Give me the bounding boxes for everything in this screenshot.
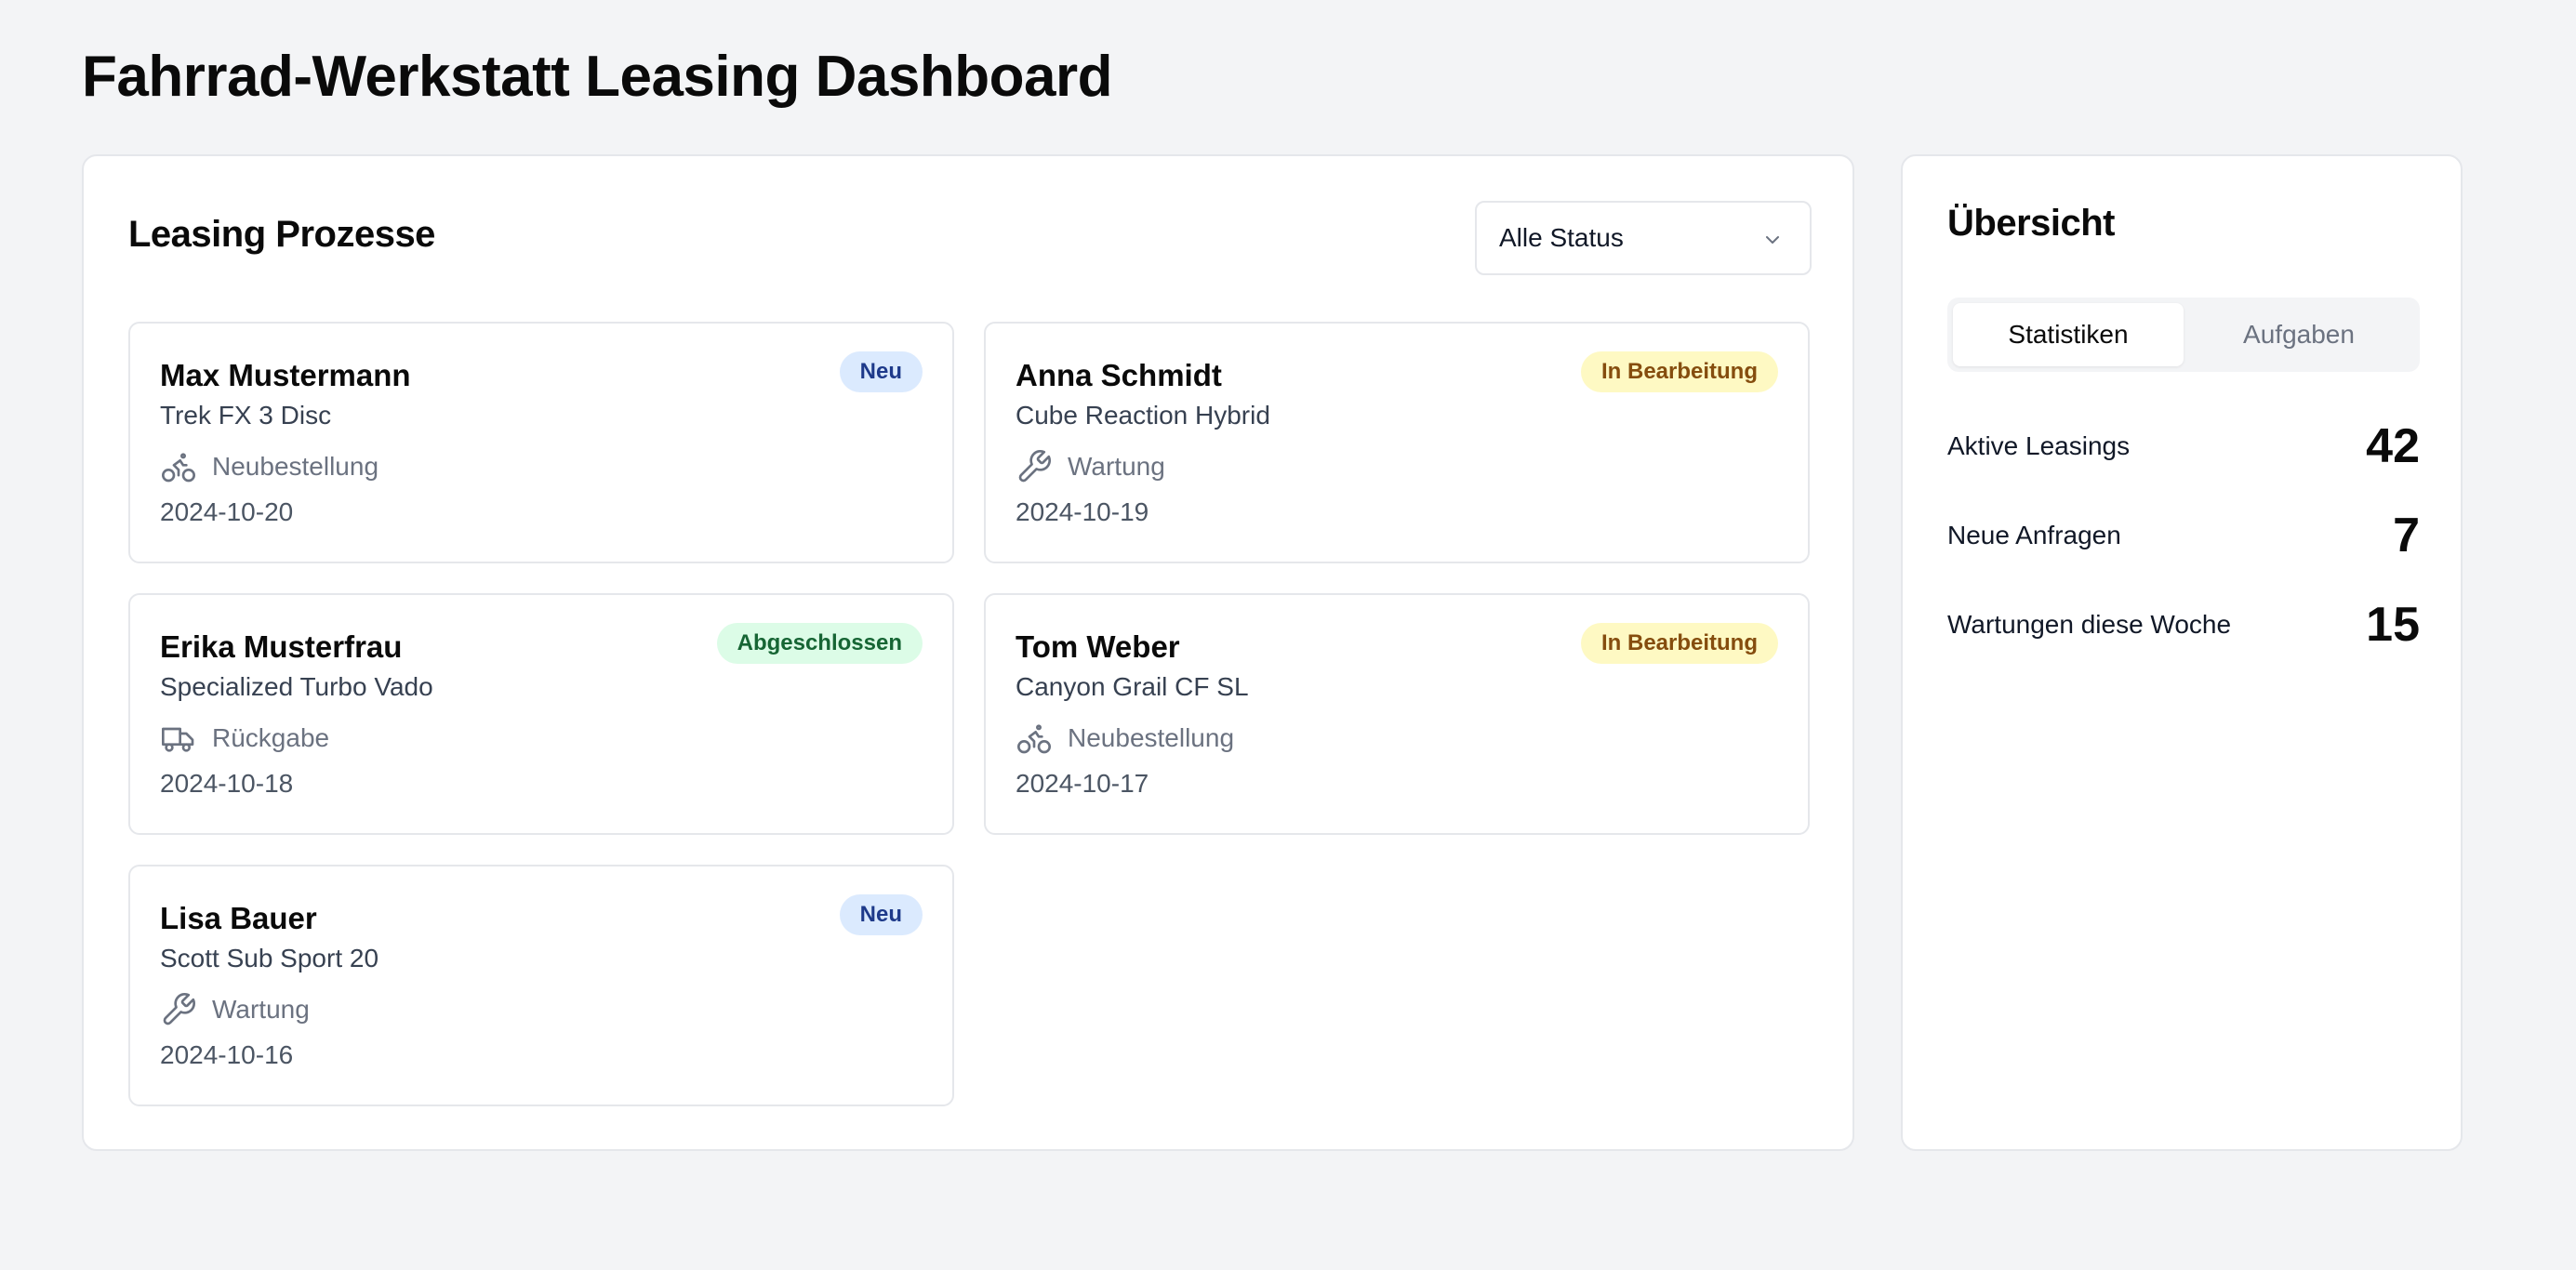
process-type-label: Rückgabe (212, 723, 330, 752)
status-badge: In Bearbeitung (1580, 351, 1778, 392)
tab-statistiken[interactable]: Statistiken (1953, 303, 2184, 366)
process-type-label: Wartung (1068, 452, 1165, 481)
chevron-down-icon (1766, 236, 1779, 244)
customer-name: Erika Musterfrau (160, 629, 403, 664)
customer-name: Anna Schmidt (1016, 358, 1222, 392)
truck-icon (162, 727, 194, 752)
process-type: Wartung (1016, 448, 1165, 485)
process-type: Wartung (160, 991, 310, 1028)
process-type: Neubestellung (1016, 720, 1234, 757)
tab-aufgaben[interactable]: Aufgaben (2184, 303, 2414, 366)
process-type: Rückgabe (160, 720, 329, 757)
customer-name: Lisa Bauer (160, 901, 317, 935)
bike-model: Scott Sub Sport 20 (160, 944, 379, 972)
process-date: 2024-10-18 (160, 769, 294, 798)
stat-value: 7 (2393, 509, 2420, 562)
process-date: 2024-10-17 (1016, 769, 1149, 798)
bike-model: Cube Reaction Hybrid (1016, 401, 1270, 430)
stat-row: Aktive Leasings 42 (1947, 417, 2420, 476)
leasing-heading: Leasing Prozesse (128, 214, 435, 255)
leasing-panel: Leasing Prozesse Alle Status Max Musterm… (82, 154, 1854, 1151)
process-date: 2024-10-19 (1016, 497, 1149, 526)
status-badge: Abgeschlossen (716, 623, 923, 664)
stat-label: Aktive Leasings (1947, 431, 2131, 460)
wrench-icon (163, 993, 195, 1025)
status-badge: Neu (839, 894, 923, 935)
bike-model: Specialized Turbo Vado (160, 672, 433, 701)
leasing-card[interactable]: Anna Schmidt Cube Reaction Hybrid Wartun… (984, 322, 1810, 563)
leasing-card[interactable]: Lisa Bauer Scott Sub Sport 20 Wartung 20… (128, 865, 954, 1106)
stat-label: Wartungen diese Woche (1947, 610, 2232, 639)
customer-name: Tom Weber (1016, 629, 1180, 664)
process-date: 2024-10-20 (160, 497, 294, 526)
bike-icon (1017, 724, 1051, 754)
stat-row: Neue Anfragen 7 (1947, 506, 2420, 565)
leasing-card[interactable]: Tom Weber Canyon Grail CF SL Neubestellu… (984, 593, 1810, 835)
status-filter-select[interactable]: Alle Status (1475, 201, 1812, 275)
process-type: Neubestellung (160, 448, 378, 485)
process-type-label: Wartung (212, 995, 310, 1024)
bike-model: Trek FX 3 Disc (160, 401, 332, 430)
status-badge: Neu (839, 351, 923, 392)
stat-row: Wartungen diese Woche 15 (1947, 595, 2420, 655)
process-type-label: Neubestellung (212, 452, 379, 481)
bike-icon (162, 453, 195, 483)
overview-tabs: Statistiken Aufgaben (1947, 298, 2420, 372)
page-title: Fahrrad-Werkstatt Leasing Dashboard (82, 45, 1112, 109)
leasing-card[interactable]: Erika Musterfrau Specialized Turbo Vado … (128, 593, 954, 835)
overview-heading: Übersicht (1947, 203, 2116, 244)
bike-model: Canyon Grail CF SL (1016, 672, 1249, 701)
customer-name: Max Mustermann (160, 358, 411, 392)
stat-value: 15 (2366, 598, 2420, 652)
status-badge: In Bearbeitung (1580, 623, 1778, 664)
process-date: 2024-10-16 (160, 1040, 294, 1069)
stat-label: Neue Anfragen (1947, 521, 2121, 549)
process-type-label: Neubestellung (1068, 723, 1235, 752)
stat-value: 42 (2366, 419, 2420, 473)
status-filter-value: Alle Status (1499, 223, 1624, 252)
overview-panel: Übersicht Statistiken Aufgaben Aktive Le… (1901, 154, 2463, 1151)
wrench-icon (1018, 450, 1051, 483)
leasing-card[interactable]: Max Mustermann Trek FX 3 Disc Neubestell… (128, 322, 954, 563)
